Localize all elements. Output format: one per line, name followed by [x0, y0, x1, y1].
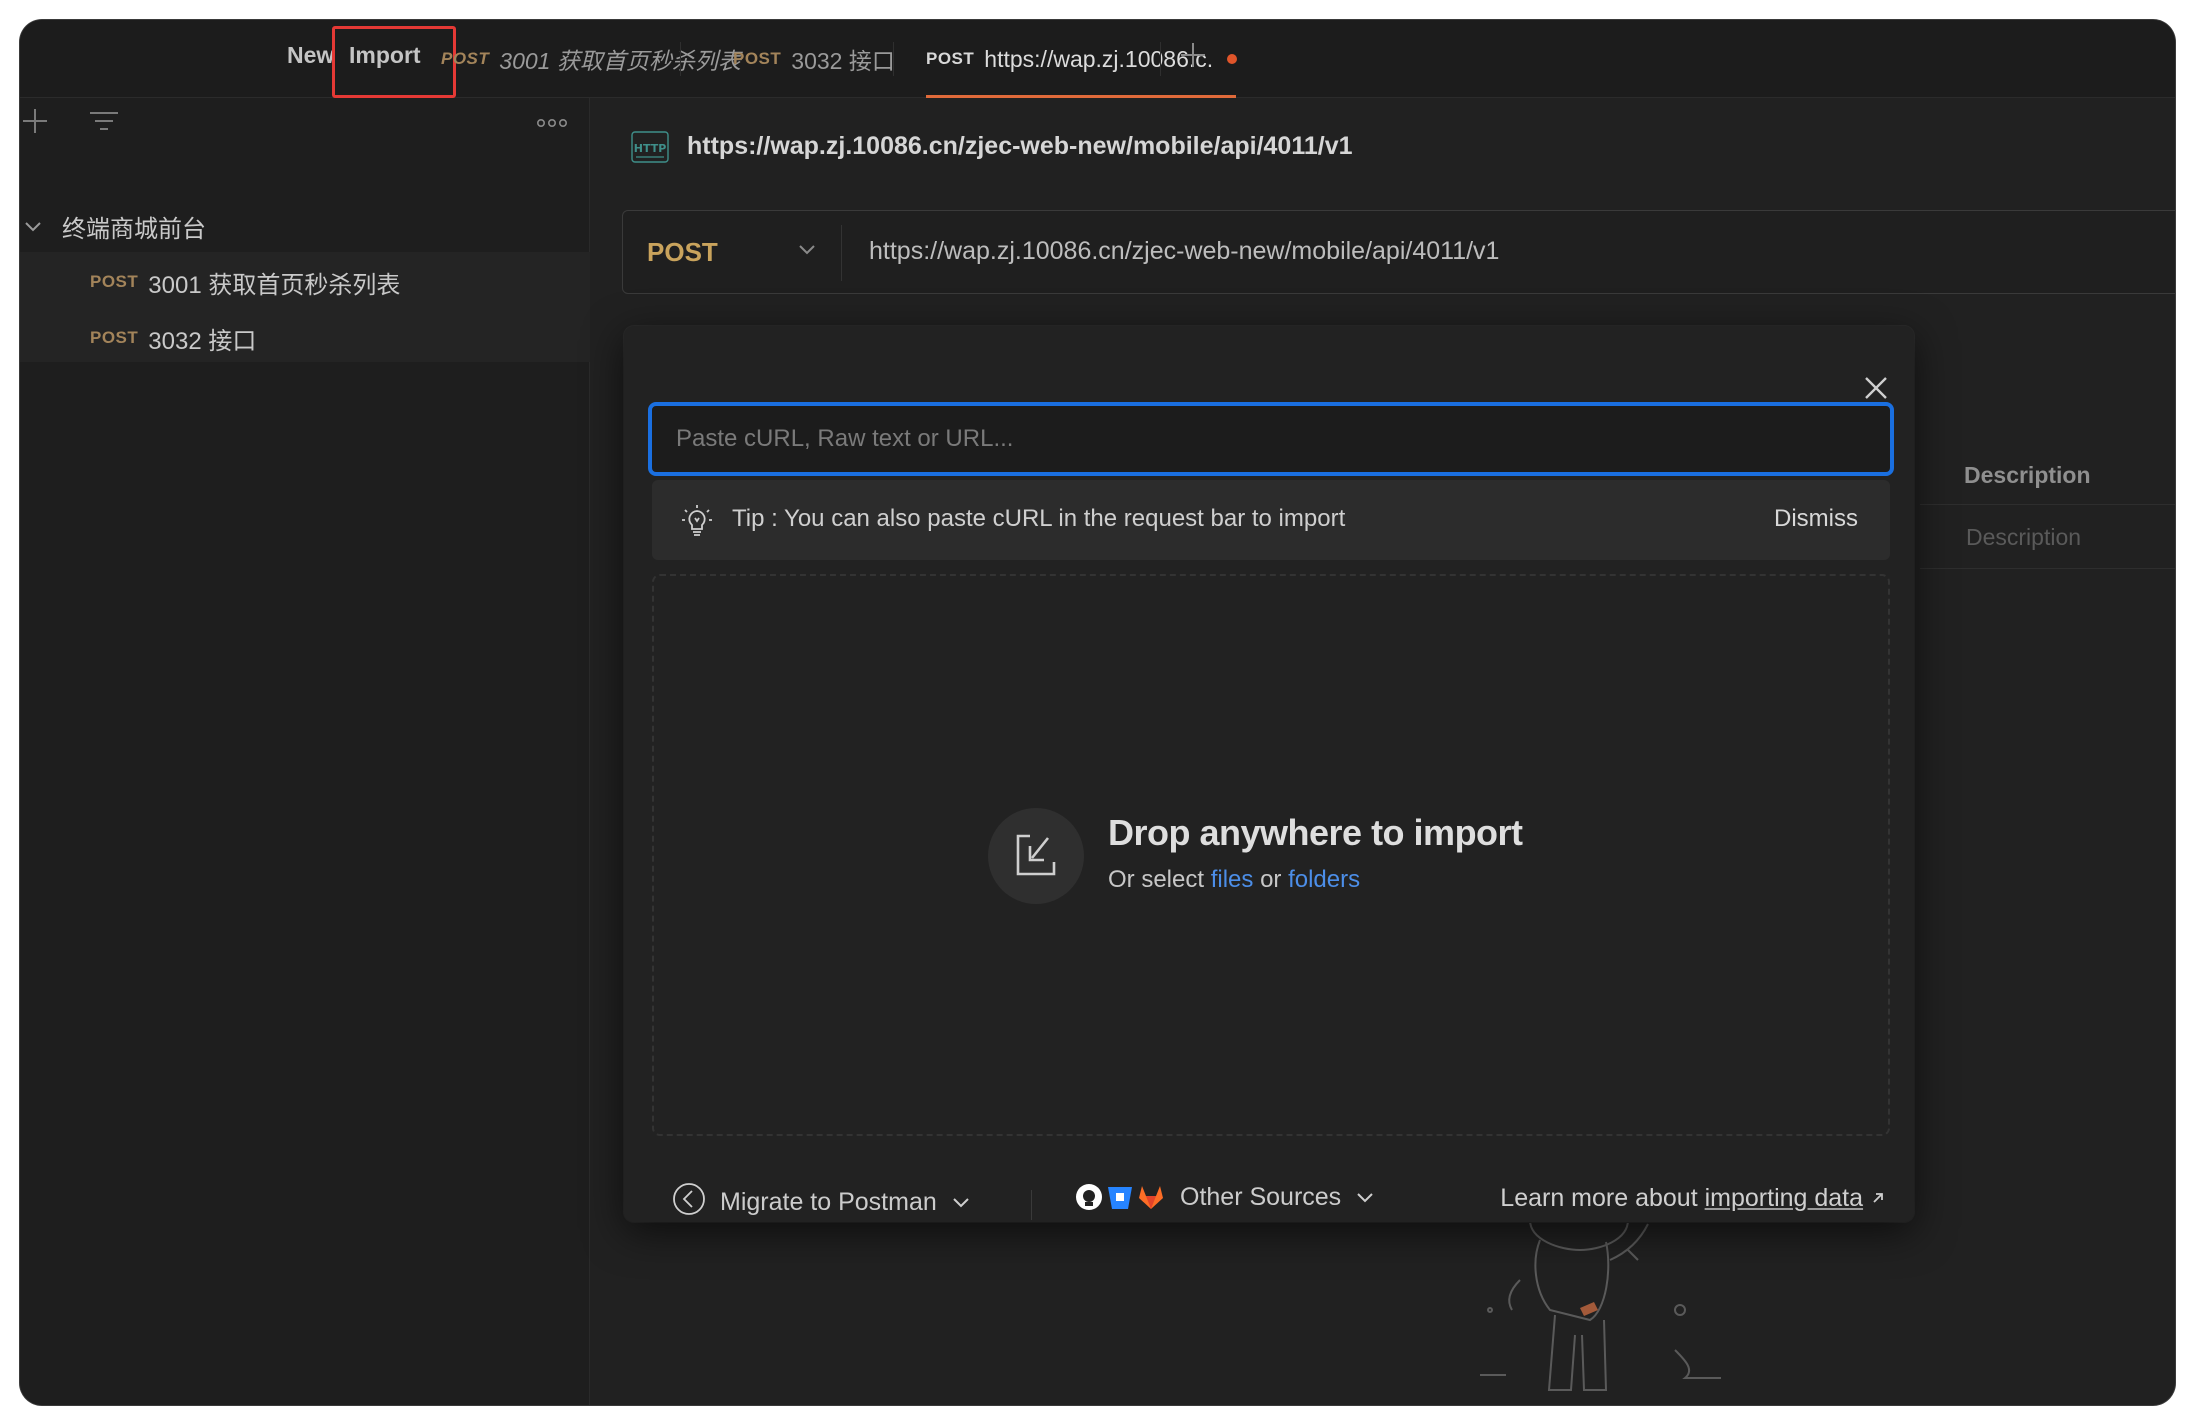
app-window: New Import POST 3001 获取首页秒杀列表 POST 3032 …: [20, 20, 2175, 1405]
drop-zone[interactable]: Drop anywhere to import Or select files …: [652, 574, 1890, 1136]
learn-prefix: Learn more about: [1500, 1184, 1698, 1212]
other-sources-dropdown[interactable]: Other Sources: [1074, 1182, 1375, 1212]
chevron-down-icon: [24, 212, 42, 240]
other-sources-label: Other Sources: [1180, 1182, 1342, 1211]
sidebar-request-3001[interactable]: POST 3001 获取首页秒杀列表: [20, 254, 589, 310]
table-divider: [1920, 504, 2175, 505]
drop-title: Drop anywhere to import: [1108, 812, 1523, 853]
tab-separator: [1160, 42, 1161, 76]
method-select[interactable]: POST: [647, 237, 718, 268]
migrate-dropdown[interactable]: Migrate to Postman: [672, 1182, 971, 1223]
request-bar: POST https://wap.zj.10086.cn/zjec-web-ne…: [622, 210, 2175, 294]
github-icon: [1076, 1184, 1102, 1210]
url-input[interactable]: https://wap.zj.10086.cn/zjec-web-new/mob…: [869, 237, 1499, 266]
bitbucket-icon: [1108, 1187, 1132, 1209]
tab-method: POST: [926, 49, 975, 68]
tip-banner: Tip : You can also paste cURL in the req…: [652, 480, 1890, 560]
tab-title: 3001 获取首页秒杀列表: [499, 48, 741, 74]
more-options-icon[interactable]: [536, 116, 568, 134]
import-file-icon: [988, 808, 1084, 904]
description-column-header: Description: [1964, 462, 2091, 488]
import-highlight-box: [332, 26, 456, 98]
collection-row[interactable]: 终端商城前台: [20, 198, 589, 254]
select-files-link[interactable]: files: [1211, 866, 1254, 893]
tip-text: Tip : You can also paste cURL in the req…: [732, 505, 1346, 532]
active-tab-underline: [926, 95, 1236, 98]
drop-subtitle: Or select files or folders: [1108, 866, 1360, 894]
new-button[interactable]: New: [287, 42, 334, 69]
table-divider: [1920, 568, 2175, 569]
filter-icon[interactable]: [88, 108, 120, 141]
chevron-down-icon: [1355, 1183, 1375, 1212]
tab-separator: [893, 42, 894, 76]
astronaut-illustration: [1480, 1220, 1721, 1391]
svg-text:HTTP: HTTP: [634, 142, 667, 155]
footer-divider: [1031, 1190, 1032, 1220]
add-plus-icon[interactable]: [20, 106, 50, 141]
request-name: 3032 接口: [148, 327, 257, 355]
request-title[interactable]: https://wap.zj.10086.cn/zjec-web-new/mob…: [687, 132, 1353, 161]
select-folders-link[interactable]: folders: [1288, 866, 1360, 893]
sidebar: 终端商城前台 POST 3001 获取首页秒杀列表 POST 3032 接口: [20, 98, 590, 1405]
divider: [841, 225, 842, 281]
request-method: POST: [90, 272, 139, 291]
new-tab-plus-icon[interactable]: [1178, 40, 1208, 75]
external-link-icon: [1870, 1184, 1886, 1212]
top-bar: New Import POST 3001 获取首页秒杀列表 POST 3032 …: [20, 20, 2175, 98]
description-cell[interactable]: Description: [1966, 524, 2081, 551]
sidebar-request-3032[interactable]: POST 3032 接口: [20, 310, 589, 366]
collection-name: 终端商城前台: [62, 215, 206, 243]
gitlab-icon: [1139, 1186, 1163, 1209]
learn-more: Learn more about importing data: [1500, 1184, 1886, 1213]
importing-data-link[interactable]: importing data: [1705, 1184, 1863, 1212]
tab-title: 3032 接口: [791, 48, 895, 74]
paste-curl-input[interactable]: [648, 402, 1894, 476]
chevron-down-icon: [951, 1188, 971, 1217]
lightbulb-icon: [680, 504, 714, 543]
drop-prefix: Or select: [1108, 866, 1205, 893]
source-icons: [1074, 1182, 1166, 1212]
tab-separator: [680, 42, 681, 76]
dismiss-button[interactable]: Dismiss: [1774, 505, 1858, 533]
request-method: POST: [90, 328, 139, 347]
or-text: or: [1260, 866, 1282, 893]
tab-method: POST: [441, 49, 490, 68]
request-name: 3001 获取首页秒杀列表: [148, 271, 401, 299]
tab-3001[interactable]: POST 3001 获取首页秒杀列表: [441, 20, 741, 98]
migrate-icon: [672, 1182, 706, 1223]
migrate-label: Migrate to Postman: [720, 1188, 937, 1216]
import-modal: Tip : You can also paste cURL in the req…: [624, 326, 1914, 1222]
chevron-down-icon[interactable]: [797, 243, 817, 262]
unsaved-indicator: [1227, 54, 1238, 64]
tab-method: POST: [733, 49, 782, 68]
tab-3032[interactable]: POST 3032 接口: [733, 20, 895, 98]
http-icon: HTTP: [630, 130, 670, 169]
